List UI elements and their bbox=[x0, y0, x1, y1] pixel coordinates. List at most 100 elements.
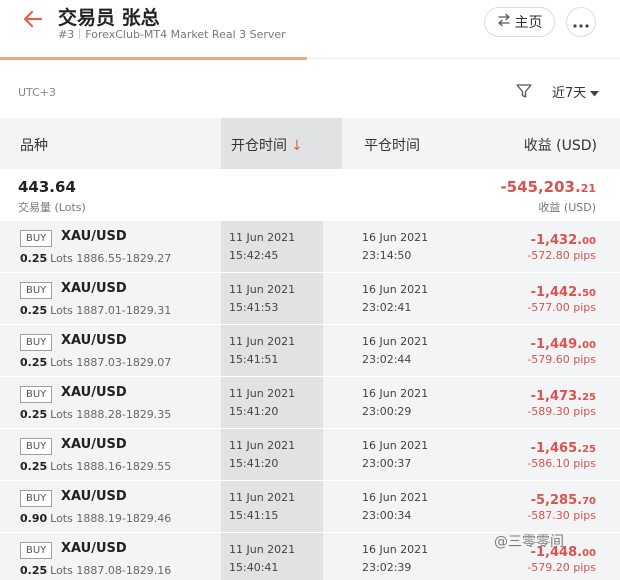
close-datetime: 16 Jun 2021 23:00:34 bbox=[362, 489, 428, 525]
switch-icon bbox=[497, 13, 511, 31]
trade-profit-cents: 00 bbox=[582, 236, 596, 247]
trade-profit: -1,465.25 bbox=[531, 441, 596, 456]
trade-lots-unit: Lots bbox=[50, 564, 73, 577]
trade-profit: -1,449.00 bbox=[531, 337, 596, 352]
trade-lots-unit: Lots bbox=[50, 408, 73, 421]
open-date: 11 Jun 2021 bbox=[229, 335, 296, 348]
more-button[interactable] bbox=[566, 7, 596, 37]
active-tab-indicator bbox=[0, 57, 307, 60]
trade-profit-main: -1,465. bbox=[530, 441, 583, 456]
account-number: #3 bbox=[58, 28, 75, 41]
trade-price-range: 1888.28-1829.35 bbox=[76, 408, 172, 421]
total-lots-label: 交易量 (Lots) bbox=[18, 201, 86, 214]
trade-price-range: 1887.08-1829.16 bbox=[76, 564, 172, 577]
timezone-label: UTC+3 bbox=[18, 86, 57, 99]
close-date: 16 Jun 2021 bbox=[362, 283, 429, 296]
table-row[interactable]: BUY XAU/USD 0.90 Lots 1888.19-1829.46 11 … bbox=[0, 480, 620, 532]
trade-lots: 0.25 bbox=[20, 460, 48, 473]
trade-pips: -587.30 pips bbox=[527, 509, 596, 522]
total-lots: 443.64 bbox=[18, 178, 76, 196]
trade-symbol: XAU/USD bbox=[61, 281, 127, 296]
back-arrow-icon[interactable] bbox=[20, 6, 46, 32]
trade-profit: -1,473.25 bbox=[531, 389, 596, 404]
column-open-time[interactable]: 开仓时间 ↓ bbox=[221, 118, 342, 169]
close-date: 16 Jun 2021 bbox=[362, 335, 429, 348]
trade-lots: 0.90 bbox=[20, 512, 48, 525]
home-button[interactable]: 主页 bbox=[484, 7, 555, 37]
close-time: 23:02:44 bbox=[362, 353, 412, 366]
open-time: 15:40:41 bbox=[229, 561, 279, 574]
filter-icon[interactable] bbox=[515, 82, 533, 100]
open-time: 15:41:15 bbox=[229, 509, 279, 522]
total-profit-cents: 21 bbox=[580, 182, 596, 195]
trade-profit-cents: 00 bbox=[582, 548, 596, 559]
trade-type-badge: BUY bbox=[20, 230, 53, 247]
summary-row: 443.64 交易量 (Lots) -545,203.21 收益 (USD) bbox=[0, 169, 620, 220]
trade-pips: -589.30 pips bbox=[527, 405, 596, 418]
trade-pips: -579.60 pips bbox=[527, 353, 596, 366]
close-date: 16 Jun 2021 bbox=[362, 491, 429, 504]
trade-pips: -572.80 pips bbox=[527, 249, 596, 262]
close-date: 16 Jun 2021 bbox=[362, 387, 429, 400]
close-datetime: 16 Jun 2021 23:00:37 bbox=[362, 437, 428, 473]
trade-profit-cents: 50 bbox=[582, 288, 596, 299]
column-profit[interactable]: 收益 (USD) bbox=[524, 135, 597, 155]
open-date: 11 Jun 2021 bbox=[229, 439, 296, 452]
open-time: 15:41:51 bbox=[229, 353, 279, 366]
trade-lots-unit: Lots bbox=[50, 252, 73, 265]
column-close-time[interactable]: 平仓时间 bbox=[364, 135, 420, 155]
trade-profit-cents: 70 bbox=[582, 496, 596, 507]
close-datetime: 16 Jun 2021 23:02:41 bbox=[362, 281, 428, 317]
trade-lots: 0.25 bbox=[20, 304, 48, 317]
total-profit-main: -545,203. bbox=[500, 178, 581, 196]
more-dots-icon bbox=[573, 13, 589, 32]
trade-price-range: 1887.03-1829.07 bbox=[76, 356, 172, 369]
date-range-dropdown[interactable]: 近7天 bbox=[552, 82, 600, 101]
trade-profit-cents: 25 bbox=[582, 392, 596, 403]
trade-profit: -1,442.50 bbox=[531, 285, 596, 300]
table-row[interactable]: BUY XAU/USD 0.25 Lots 1886.55-1829.27 11 … bbox=[0, 220, 620, 272]
trade-profit-cents: 00 bbox=[582, 340, 596, 351]
trade-lots-unit: Lots bbox=[50, 460, 73, 473]
trade-lots-unit: Lots bbox=[50, 512, 73, 525]
trade-profit-main: -5,285. bbox=[530, 493, 583, 508]
trade-type-badge: BUY bbox=[20, 542, 53, 559]
trade-price-range: 1888.16-1829.55 bbox=[76, 460, 172, 473]
close-time: 23:00:37 bbox=[362, 457, 412, 470]
table-row[interactable]: BUY XAU/USD 0.25 Lots 1887.01-1829.31 11 … bbox=[0, 272, 620, 324]
open-date: 11 Jun 2021 bbox=[229, 491, 296, 504]
trade-lots-line: 0.25 Lots 1888.28-1829.35 bbox=[20, 408, 171, 421]
account-subtitle: #3 ForexClub-MT4 Market Real 3 Server bbox=[58, 28, 286, 41]
trade-lots: 0.25 bbox=[20, 356, 48, 369]
filter-bar: UTC+3 近7天 bbox=[0, 66, 620, 118]
trade-lots-line: 0.25 Lots 1886.55-1829.27 bbox=[20, 252, 171, 265]
table-row[interactable]: BUY XAU/USD 0.25 Lots 1887.03-1829.07 11 … bbox=[0, 324, 620, 376]
close-time: 23:14:50 bbox=[362, 249, 412, 262]
trade-profit: -5,285.70 bbox=[531, 493, 596, 508]
trade-type-badge: BUY bbox=[20, 386, 53, 403]
trade-price-range: 1887.01-1829.31 bbox=[76, 304, 172, 317]
trade-lots-line: 0.90 Lots 1888.19-1829.46 bbox=[20, 512, 171, 525]
close-time: 23:00:34 bbox=[362, 509, 412, 522]
open-date: 11 Jun 2021 bbox=[229, 283, 296, 296]
trade-symbol: XAU/USD bbox=[61, 333, 127, 348]
close-date: 16 Jun 2021 bbox=[362, 439, 429, 452]
sort-arrow-icon: ↓ bbox=[291, 138, 303, 154]
trade-symbol: XAU/USD bbox=[61, 437, 127, 452]
open-datetime: 11 Jun 2021 15:41:15 bbox=[229, 489, 295, 525]
caret-down-icon bbox=[590, 86, 600, 101]
trade-lots: 0.25 bbox=[20, 564, 48, 577]
close-time: 23:02:41 bbox=[362, 301, 412, 314]
trade-profit-main: -1,449. bbox=[530, 337, 583, 352]
trade-profit-main: -1,432. bbox=[530, 233, 583, 248]
table-row[interactable]: BUY XAU/USD 0.25 Lots 1888.28-1829.35 11 … bbox=[0, 376, 620, 428]
open-date: 11 Jun 2021 bbox=[229, 231, 296, 244]
close-datetime: 16 Jun 2021 23:02:44 bbox=[362, 333, 428, 369]
trade-type-badge: BUY bbox=[20, 282, 53, 299]
column-symbol[interactable]: 品种 bbox=[20, 135, 48, 155]
open-datetime: 11 Jun 2021 15:41:51 bbox=[229, 333, 295, 369]
table-row[interactable]: BUY XAU/USD 0.25 Lots 1888.16-1829.55 11 … bbox=[0, 428, 620, 480]
trade-profit: -1,432.00 bbox=[531, 233, 596, 248]
open-date: 11 Jun 2021 bbox=[229, 543, 296, 556]
close-date: 16 Jun 2021 bbox=[362, 231, 429, 244]
